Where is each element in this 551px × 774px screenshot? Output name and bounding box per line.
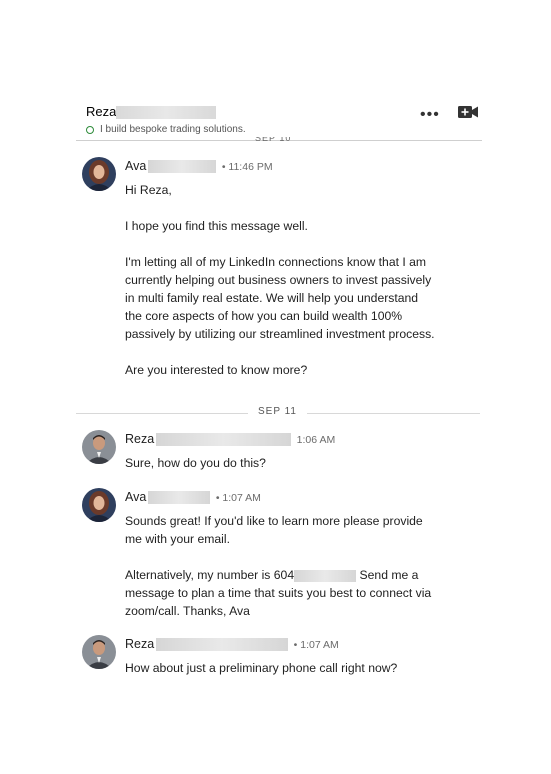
redacted-surname [148,491,211,505]
contact-headline: I build bespoke trading solutions. [86,124,246,135]
conversation-header: Reza I build bespoke trading solutions. … [86,104,486,140]
timestamp: • 1:07 AM [215,492,261,504]
message-paragraph: I'm letting all of my LinkedIn connectio… [125,255,435,341]
timestamp: • 11:46 PM [221,161,273,173]
redacted-surname [148,160,217,174]
message-body: Hi Reza, I hope you find this message we… [125,181,435,379]
sender-name[interactable]: Ava [125,159,146,173]
sender-line: Reza 1:06 AM [125,432,336,447]
message-paragraph: I hope you find this message well. [125,219,308,233]
message-body: How about just a preliminary phone call … [125,659,435,677]
message-paragraph: Sure, how do you do this? [125,456,266,470]
message-paragraph: Alternatively, my number is 604 Send me … [125,566,435,620]
message-body: Sounds great! If you'd like to learn mor… [125,512,435,620]
contact-name[interactable]: Reza [86,104,116,119]
status-icon [86,125,94,134]
redacted-surname [156,433,292,447]
timestamp: 1:06 AM [296,434,336,446]
date-divider-label: SEP 11 [248,406,307,417]
redacted-phone-number [294,569,357,582]
sender-name[interactable]: Reza [125,637,154,651]
sender-name[interactable]: Ava [125,490,146,504]
date-divider-sep10: SEP 10 [255,137,292,143]
redacted-surname [116,106,216,119]
message-paragraph: Are you interested to know more? [125,363,308,377]
redacted-surname [156,638,289,652]
more-options-button[interactable]: ••• [420,106,440,124]
avatar[interactable] [82,157,116,191]
timestamp: • 1:07 AM [293,639,339,651]
message-paragraph: How about just a preliminary phone call … [125,661,398,675]
sender-line: Ava • 11:46 PM [125,159,273,174]
message-body: Sure, how do you do this? [125,454,435,472]
avatar[interactable] [82,430,116,464]
sender-line: Ava • 1:07 AM [125,490,261,505]
headline-text: I build bespoke trading solutions. [100,124,246,135]
message-paragraph: Sounds great! If you'd like to learn mor… [125,514,423,546]
avatar[interactable] [82,635,116,669]
sender-line: Reza • 1:07 AM [125,637,339,652]
sender-name[interactable]: Reza [125,432,154,446]
message-paragraph: Hi Reza, [125,183,172,197]
phone-prefix: Alternatively, my number is 604 [125,568,295,582]
video-call-icon[interactable] [458,105,478,124]
avatar[interactable] [82,488,116,522]
